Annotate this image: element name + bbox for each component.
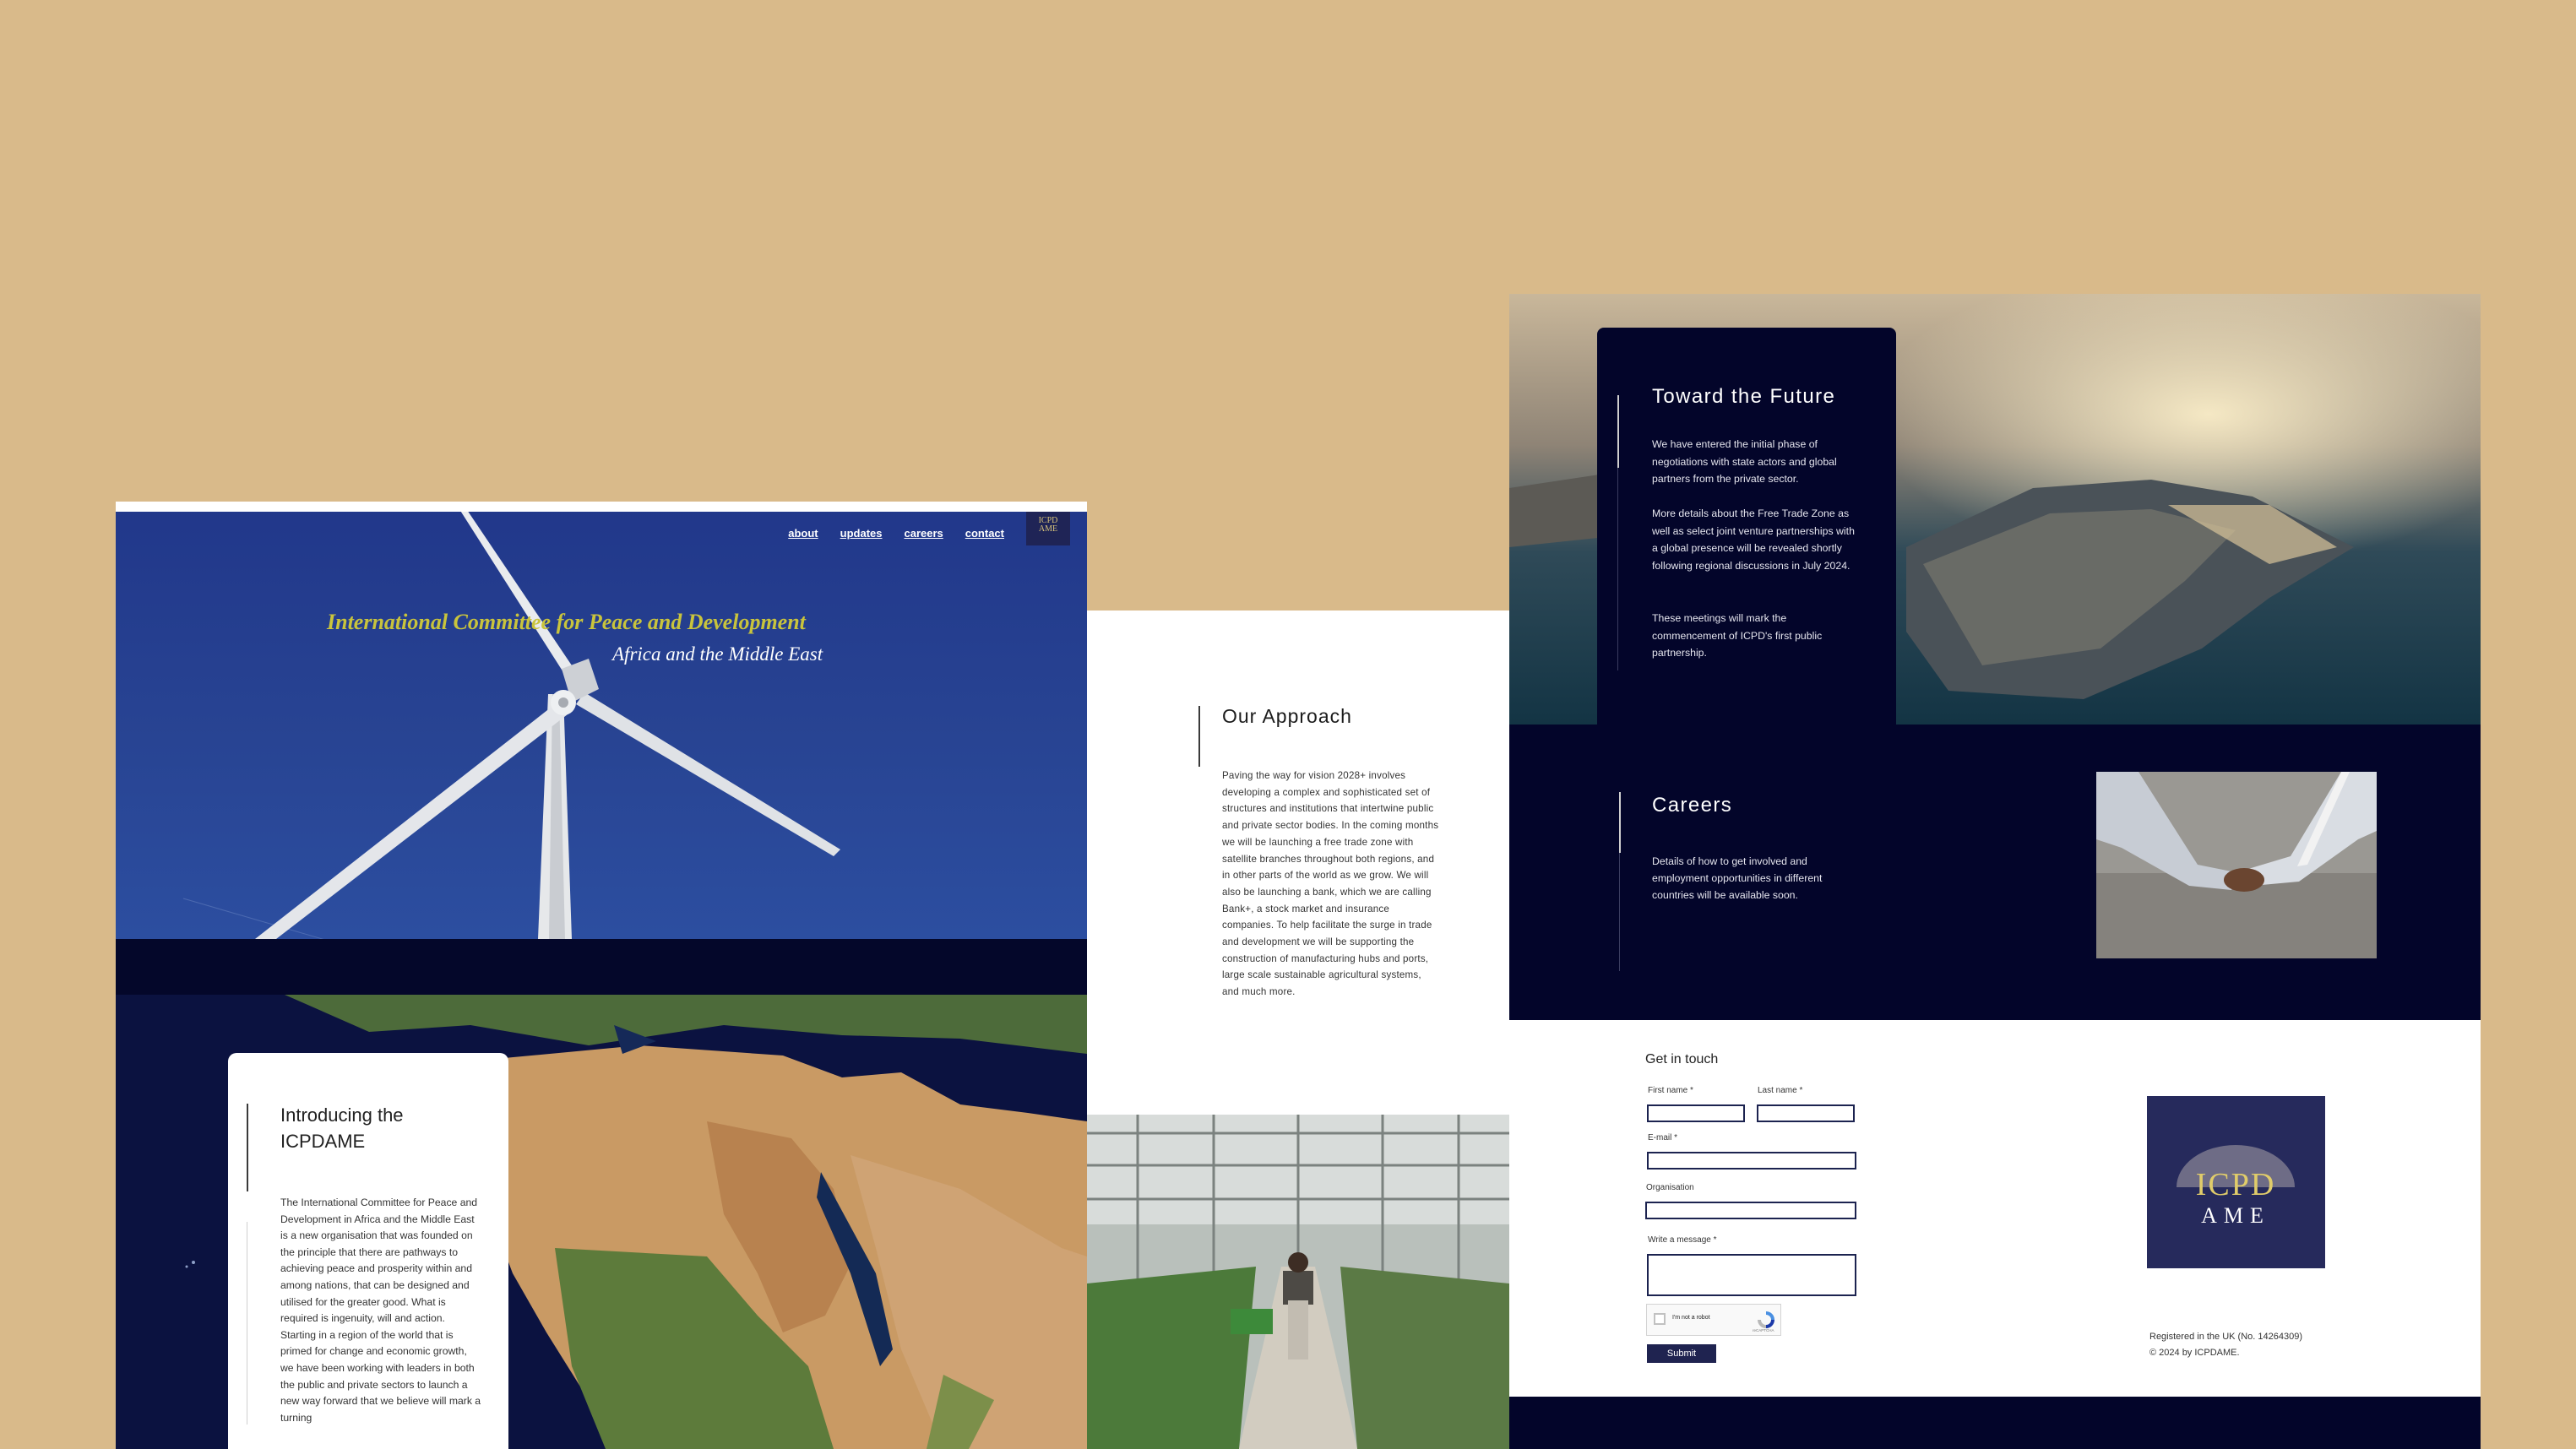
approach-accent-bar: [1198, 706, 1200, 767]
footer-dark-band: [1509, 1397, 2481, 1449]
nav-logo-line2: AME: [1038, 524, 1058, 534]
contact-section: Get in touch First name * Last name * E-…: [1509, 1020, 2481, 1397]
careers-accent-bar: [1619, 792, 1621, 853]
contact-title: Get in touch: [1645, 1052, 1719, 1066]
icpdame-logo-mark: ICPD AME: [2147, 1096, 2325, 1268]
nav-link-contact[interactable]: contact: [965, 527, 1004, 540]
careers-title: Careers: [1652, 794, 1733, 817]
hero-dark-band: [116, 939, 1087, 995]
registration-text: Registered in the UK (No. 14264309) © 20…: [2149, 1329, 2302, 1361]
recaptcha-widget[interactable]: I'm not a robot reCAPTCHA: [1646, 1304, 1781, 1336]
message-label: Write a message *: [1648, 1235, 1717, 1245]
hero-subtitle: Africa and the Middle East: [612, 643, 823, 665]
careers-divider-line: [1619, 853, 1620, 971]
handshake-photo: [2096, 772, 2377, 958]
approach-title: Our Approach: [1222, 705, 1352, 727]
nav-link-careers[interactable]: careers: [904, 527, 943, 540]
intro-card: Introducing the ICPDAME The Internationa…: [228, 1053, 508, 1449]
future-paragraph-2: More details about the Free Trade Zone a…: [1652, 507, 1855, 572]
approach-section: Our Approach Paving the way for vision 2…: [1087, 611, 1509, 1115]
nav-link-about[interactable]: about: [788, 527, 818, 540]
recaptcha-label: I'm not a robot: [1672, 1315, 1710, 1321]
recaptcha-brand: reCAPTCHA: [1753, 1328, 1774, 1332]
top-nav: about updates careers contact ICPD AME: [788, 505, 1087, 545]
last-name-label: Last name *: [1758, 1086, 1803, 1095]
approach-body: Paving the way for vision 2028+ involves…: [1222, 770, 1439, 998]
footer-logo: ICPD AME: [2147, 1096, 2325, 1268]
handshake-image: [2096, 772, 2377, 958]
future-title: Toward the Future: [1652, 385, 1836, 408]
copyright-line: © 2024 by ICPDAME.: [2149, 1348, 2240, 1358]
registered-line: Registered in the UK (No. 14264309): [2149, 1332, 2302, 1342]
nav-link-updates[interactable]: updates: [840, 527, 883, 540]
wind-turbine-image: [182, 505, 840, 939]
organisation-label: Organisation: [1646, 1183, 1694, 1192]
hero-section: International Committee for Peace and De…: [116, 502, 1087, 939]
logo-text-icpd: ICPD: [2196, 1167, 2276, 1202]
careers-body: Details of how to get involved and emplo…: [1652, 855, 1823, 901]
message-textarea[interactable]: [1647, 1254, 1856, 1296]
submit-button[interactable]: Submit: [1647, 1344, 1716, 1363]
future-paragraph-1: We have entered the initial phase of neg…: [1652, 438, 1837, 486]
future-card: Toward the Future We have entered the in…: [1597, 328, 1896, 724]
intro-title: Introducing the ICPDAME: [280, 1104, 404, 1152]
email-input[interactable]: [1647, 1152, 1856, 1170]
hero-title: International Committee for Peace and De…: [327, 610, 806, 634]
first-name-input[interactable]: [1647, 1104, 1745, 1122]
last-name-input[interactable]: [1757, 1104, 1855, 1122]
greenhouse-photo: [1087, 1115, 1509, 1449]
intro-accent-bar: [247, 1104, 248, 1191]
future-paragraph-3: These meetings will mark the commencemen…: [1652, 612, 1823, 659]
hero-top-strip: [116, 502, 1087, 512]
email-label: E-mail *: [1648, 1133, 1678, 1142]
intro-body: The International Committee for Peace an…: [280, 1197, 481, 1424]
recaptcha-checkbox[interactable]: [1654, 1313, 1666, 1325]
greenhouse-image: [1087, 1115, 1509, 1449]
future-divider-line: [1617, 468, 1618, 670]
first-name-label: First name *: [1648, 1086, 1693, 1095]
logo-text-ame: AME: [2201, 1203, 2270, 1228]
organisation-input[interactable]: [1645, 1202, 1856, 1219]
future-accent-bar: [1617, 395, 1619, 468]
